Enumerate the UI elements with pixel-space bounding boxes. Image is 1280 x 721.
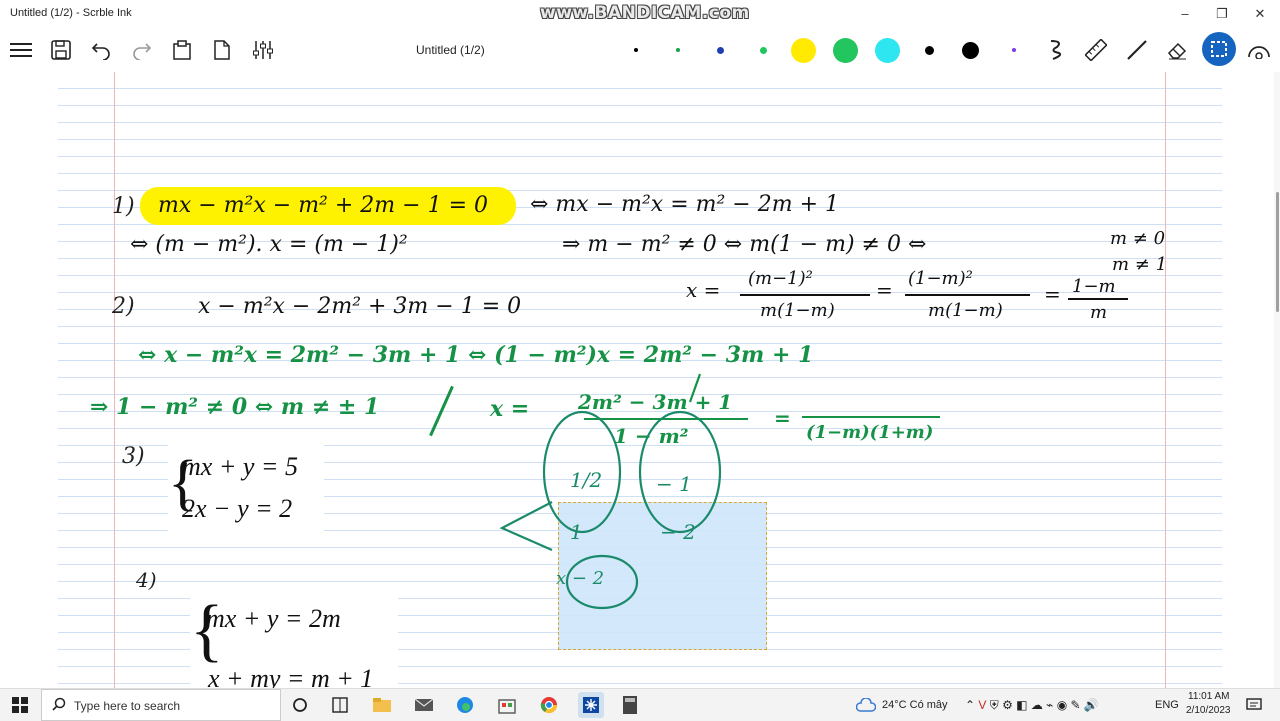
- fraction-1-numerator: (m−1)²: [748, 268, 813, 289]
- new-page-icon[interactable]: [209, 37, 235, 63]
- minimize-button[interactable]: –: [1171, 4, 1199, 24]
- item-1-label: 1): [112, 194, 135, 219]
- system-tray-icons[interactable]: ⌃ V ⛨ ⚙ ◧ ☁ ⌁ ◉ ✎ 🔊: [965, 698, 1099, 713]
- clock-time[interactable]: 11:01 AM: [1188, 691, 1230, 702]
- pen-color-swatch[interactable]: [791, 37, 816, 63]
- equation-2: ⇔ (m − m²). x = (m − 1)²: [130, 232, 408, 257]
- save-icon[interactable]: [48, 37, 74, 63]
- vertical-scrollbar[interactable]: [1274, 72, 1280, 688]
- coefficient-a1: 1/2: [570, 468, 603, 492]
- pen-color-swatch[interactable]: [676, 48, 680, 52]
- equation-5: ⇒ 1 − m² ≠ 0 ⇔ m ≠ ± 1: [90, 394, 380, 420]
- fraction-bar: [1068, 298, 1128, 300]
- edge-browser-icon[interactable]: [455, 695, 475, 715]
- equation-system-3: { mx + y = 5 2x − y = 2: [168, 444, 324, 532]
- pen-color-swatch[interactable]: [962, 41, 979, 59]
- settings-sliders-icon[interactable]: [250, 37, 276, 63]
- pen-color-swatch[interactable]: [717, 46, 724, 54]
- document-title: Untitled (1/2): [416, 43, 485, 57]
- system-4-row-2: x + my = m + 1: [208, 664, 374, 688]
- search-icon: [52, 697, 66, 716]
- clock-date[interactable]: 2/10/2023: [1186, 705, 1231, 716]
- system-3-row-1: mx + y = 5: [182, 452, 298, 481]
- windows-start-icon[interactable]: [10, 695, 30, 715]
- maximize-button[interactable]: ❐: [1208, 4, 1236, 24]
- system-4-row-1: mx + y = 2m: [206, 604, 341, 633]
- condition-m-not-0: m ≠ 0: [1110, 228, 1166, 249]
- equation-2-rhs: ⇒ m − m² ≠ 0 ⇔ m(1 − m) ≠ 0 ⇔: [562, 232, 927, 257]
- fraction-5-denominator: (1−m)(1+m): [806, 422, 934, 443]
- item-4-label: 4): [136, 568, 157, 592]
- calculator-icon[interactable]: [620, 695, 640, 715]
- equation-system-4: { mx + y = 2m x + my = m + 1: [190, 588, 398, 688]
- pen-color-swatch[interactable]: [760, 46, 767, 54]
- windows-taskbar: Type here to search 24°C Có mây ⌃ V ⛨ ⚙ …: [0, 688, 1280, 721]
- toolbar: Untitled (1/2): [0, 28, 1280, 72]
- scrble-ink-app-icon[interactable]: [578, 692, 604, 718]
- scroll-thumb[interactable]: [1276, 192, 1279, 312]
- pen-color-swatch[interactable]: [875, 37, 900, 63]
- fraction-2-denominator: m(1−m): [928, 300, 1003, 321]
- line-tool-icon[interactable]: [1124, 37, 1150, 63]
- close-button[interactable]: ✕: [1246, 4, 1274, 24]
- redo-icon[interactable]: [129, 37, 155, 63]
- fraction-1-denominator: m(1−m): [760, 300, 835, 321]
- lasso-icon[interactable]: [1042, 37, 1068, 63]
- store-icon[interactable]: [497, 695, 517, 715]
- equation-1-rhs: ⇔ mx − m²x = m² − 2m + 1: [530, 192, 839, 217]
- window-title: Untitled (1/2) - Scrble Ink: [10, 7, 132, 19]
- right-margin-line: [1165, 72, 1166, 688]
- select-tool-icon[interactable]: [1202, 32, 1236, 66]
- fraction-bar: [740, 294, 870, 296]
- pen-color-swatch[interactable]: [925, 45, 934, 55]
- coefficient-b2: − 2: [660, 520, 696, 544]
- search-placeholder: Type here to search: [74, 699, 181, 713]
- ink-canvas[interactable]: 1) mx − m²x − m² + 2m − 1 = 0 ⇔ mx − m²x…: [0, 72, 1280, 688]
- chrome-icon[interactable]: [539, 695, 559, 715]
- left-margin-line: [114, 72, 115, 688]
- fraction-bar: [802, 416, 940, 418]
- language-indicator[interactable]: ENG: [1155, 699, 1179, 711]
- fraction-2-numerator: (1−m)²: [908, 268, 973, 289]
- file-explorer-icon[interactable]: [372, 695, 392, 715]
- equation-3: x − m²x − 2m² + 3m − 1 = 0: [198, 294, 522, 319]
- fraction-bar: [905, 294, 1030, 296]
- recording-watermark: www.BANDICAM.com: [540, 3, 750, 23]
- notification-icon[interactable]: [1244, 695, 1264, 715]
- x-equals-1: x =: [686, 278, 721, 302]
- system-3-row-2: 2x − y = 2: [182, 494, 293, 523]
- condition-m-not-1: m ≠ 1: [1112, 254, 1168, 275]
- view-icon[interactable]: [1246, 37, 1272, 63]
- paste-icon[interactable]: [169, 37, 195, 63]
- coefficient-b1: − 1: [656, 472, 692, 496]
- equation-1: mx − m²x − m² + 2m − 1 = 0: [158, 193, 488, 218]
- weather-cloud-icon: [856, 695, 876, 715]
- pen-color-swatch[interactable]: [1012, 48, 1016, 52]
- title-bar: Untitled (1/2) - Scrble Ink www.BANDICAM…: [0, 0, 1280, 28]
- coefficient-a2: 1: [570, 520, 583, 544]
- eraser-icon[interactable]: [1164, 37, 1190, 63]
- item-3-label: 3): [122, 444, 145, 469]
- task-view-icon[interactable]: [290, 695, 310, 715]
- fraction-3-denominator: m: [1090, 302, 1108, 323]
- undo-icon[interactable]: [88, 37, 114, 63]
- pen-color-swatch[interactable]: [833, 37, 858, 63]
- ruler-icon[interactable]: [1083, 37, 1109, 63]
- fraction-3-numerator: 1−m: [1072, 276, 1116, 297]
- weather-text[interactable]: 24°C Có mây: [882, 699, 948, 711]
- coefficient-c: x − 2: [556, 568, 605, 589]
- widgets-icon[interactable]: [330, 695, 350, 715]
- pen-color-swatch[interactable]: [634, 48, 638, 52]
- item-2-label: 2): [112, 294, 135, 319]
- coefficient-annotation: [499, 373, 722, 610]
- mail-icon[interactable]: [414, 695, 434, 715]
- menu-icon[interactable]: [8, 37, 34, 63]
- taskbar-search-box[interactable]: Type here to search: [41, 689, 281, 721]
